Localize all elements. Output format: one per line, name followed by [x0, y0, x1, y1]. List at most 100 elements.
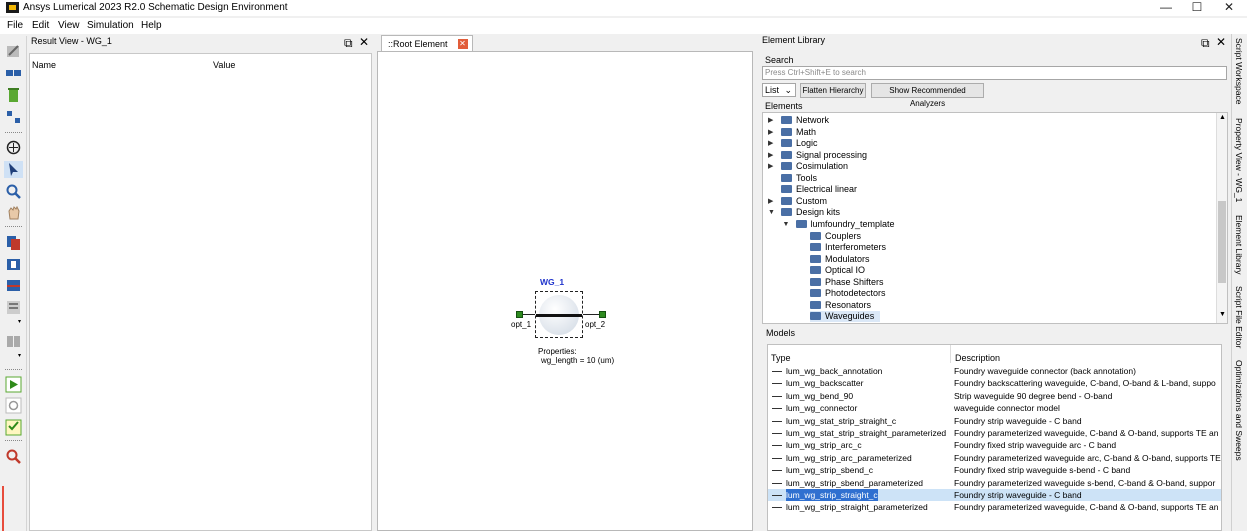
minimize-button[interactable]: —: [1151, 0, 1181, 16]
model-row[interactable]: lum_wg_stat_strip_straight_c Foundry stri…: [768, 415, 1221, 427]
tree-item[interactable]: Tools: [781, 173, 817, 184]
delete-icon[interactable]: [4, 86, 23, 103]
tree-item[interactable]: ▼ Design kits: [768, 207, 840, 218]
model-row[interactable]: lum_wg_stat_strip_straight_parameterized…: [768, 427, 1221, 439]
copy-icon[interactable]: [4, 234, 23, 251]
tab-script-file-editor[interactable]: Script File Editor: [1234, 286, 1244, 348]
probe-icon[interactable]: [4, 448, 23, 465]
collapsed-arrow-icon[interactable]: ▶: [768, 196, 773, 207]
select-arrow-icon[interactable]: [4, 161, 23, 178]
collapsed-arrow-icon[interactable]: ▶: [768, 115, 773, 126]
tree-item[interactable]: Phase Shifters: [810, 277, 884, 288]
tree-item[interactable]: ▼ lumfoundry_template: [783, 219, 895, 230]
expanded-arrow-icon[interactable]: ▼: [768, 207, 775, 218]
close-window-button[interactable]: ✕: [1214, 0, 1244, 16]
tree-item-label: Resonators: [825, 299, 872, 310]
menu-simulation[interactable]: Simulation: [87, 20, 134, 31]
show-recommended-analyzers-button[interactable]: Show Recommended Analyzers: [871, 83, 984, 108]
dropdown-arrow-icon[interactable]: ▾: [18, 352, 21, 359]
tree-item[interactable]: Optical IO: [810, 265, 865, 276]
model-row[interactable]: lum_wg_strip_arc_parameterized Foundry pa…: [768, 452, 1221, 464]
element-name-label: WG_1: [540, 277, 565, 287]
model-description: Foundry fixed strip waveguide arc - C ba…: [954, 440, 1117, 451]
port-opt-2-icon[interactable]: [599, 311, 606, 318]
search-input[interactable]: Press Ctrl+Shift+E to search: [762, 66, 1227, 80]
tree-item[interactable]: ▶ Custom: [768, 196, 827, 207]
expression-icon[interactable]: [4, 419, 23, 436]
schematic-canvas[interactable]: WG_1 opt_1 opt_2 Properties: wg_length =…: [377, 51, 753, 531]
model-row[interactable]: lum_wg_strip_arc_c Foundry fixed strip wa…: [768, 439, 1221, 451]
column-header-value[interactable]: Value: [213, 60, 235, 70]
connect-icon[interactable]: [4, 108, 23, 125]
tree-item[interactable]: Resonators: [810, 300, 871, 311]
close-panel-icon[interactable]: ✕: [1216, 35, 1226, 49]
model-row[interactable]: lum_wg_backscatter Foundry backscattering…: [768, 377, 1221, 389]
reset-icon[interactable]: [4, 397, 23, 414]
tab-element-library[interactable]: Element Library: [1234, 215, 1244, 275]
menu-file[interactable]: File: [7, 20, 23, 31]
menu-view[interactable]: View: [58, 20, 80, 31]
run-icon[interactable]: [4, 376, 23, 393]
tree-item[interactable]: Photodetectors: [810, 288, 886, 299]
tab-script-workspace[interactable]: Script Workspace: [1234, 38, 1244, 104]
model-row[interactable]: lum_wg_strip_straight_c Foundry strip wav…: [768, 489, 1221, 501]
align-icon[interactable]: [4, 299, 23, 316]
column-header-name[interactable]: Name: [32, 60, 56, 70]
layout-icon[interactable]: [4, 65, 23, 82]
collapsed-arrow-icon[interactable]: ▶: [768, 138, 773, 149]
tree-item[interactable]: Waveguides: [810, 311, 881, 323]
tree-item[interactable]: Couplers: [810, 231, 861, 242]
tree-scrollbar[interactable]: ▲ ▼: [1216, 113, 1227, 323]
collapsed-arrow-icon[interactable]: ▶: [768, 150, 773, 161]
pan-hand-icon[interactable]: [4, 204, 23, 221]
tree-item[interactable]: ▶ Logic: [768, 138, 818, 149]
scroll-thumb[interactable]: [1218, 201, 1226, 283]
menu-edit[interactable]: Edit: [32, 20, 49, 31]
collapsed-arrow-icon[interactable]: ▶: [768, 127, 773, 138]
tree-item[interactable]: ▶ Cosimulation: [768, 161, 848, 172]
view-mode-select[interactable]: List ⌄: [762, 83, 796, 97]
tree-item[interactable]: ▶ Signal processing: [768, 150, 867, 161]
elements-tree[interactable]: ▶ Network ▶ Math ▶ Logic ▶ Signal processing ▶ Co…: [762, 112, 1228, 324]
scroll-down-icon[interactable]: ▼: [1219, 311, 1226, 318]
scroll-up-icon[interactable]: ▲: [1219, 114, 1226, 121]
tree-item[interactable]: ▶ Network: [768, 115, 829, 126]
waveguide-element[interactable]: [535, 291, 583, 338]
model-row[interactable]: lum_wg_connector waveguide connector mode…: [768, 402, 1221, 414]
tree-item[interactable]: ▶ Math: [768, 127, 816, 138]
compound-icon[interactable]: [4, 256, 23, 273]
float-panel-icon[interactable]: ⧉: [1201, 36, 1210, 51]
flatten-hierarchy-button[interactable]: Flatten Hierarchy: [800, 83, 866, 98]
edit-icon[interactable]: [4, 43, 23, 60]
column-header-description[interactable]: Description: [955, 353, 1000, 363]
model-description: Foundry fixed strip waveguide s-bend - C…: [954, 465, 1131, 476]
maximize-button[interactable]: ☐: [1182, 0, 1212, 16]
model-row[interactable]: lum_wg_strip_sbend_parameterized Foundry …: [768, 477, 1221, 489]
dropdown-arrow-icon[interactable]: ▾: [18, 318, 21, 325]
group-icon[interactable]: [4, 277, 23, 294]
close-panel-icon[interactable]: ✕: [359, 35, 369, 49]
model-row[interactable]: lum_wg_back_annotation Foundry waveguide …: [768, 365, 1221, 377]
tree-item[interactable]: Modulators: [810, 254, 870, 265]
model-type: lum_wg_stat_strip_straight_parameterized: [786, 428, 947, 438]
waveguide-model-icon: [772, 383, 782, 385]
menu-help[interactable]: Help: [141, 20, 162, 31]
model-row[interactable]: lum_wg_bend_90 Strip waveguide 90 degree …: [768, 390, 1221, 402]
tab-property-view[interactable]: Property View - WG_1: [1234, 118, 1244, 202]
float-panel-icon[interactable]: ⧉: [344, 36, 353, 51]
zoom-icon[interactable]: [4, 183, 23, 200]
collapsed-arrow-icon[interactable]: ▶: [768, 161, 773, 172]
expanded-arrow-icon[interactable]: ▼: [783, 219, 790, 230]
tab-root-element[interactable]: ::Root Element ✕: [381, 35, 473, 52]
tab-optimizations-sweeps[interactable]: Optimizations and Sweeps: [1234, 360, 1244, 461]
port-opt-1-icon[interactable]: [516, 311, 523, 318]
models-table[interactable]: ^ Type Description lum_wg_back_annotatio…: [767, 344, 1222, 531]
origin-icon[interactable]: [4, 139, 23, 156]
model-row[interactable]: lum_wg_strip_straight_parameterized Found…: [768, 501, 1221, 513]
column-header-type[interactable]: Type: [771, 353, 791, 363]
distribute-icon[interactable]: [4, 333, 23, 350]
close-tab-icon[interactable]: ✕: [457, 39, 468, 49]
tree-item[interactable]: Electrical linear: [781, 184, 857, 195]
model-row[interactable]: lum_wg_strip_sbend_c Foundry fixed strip …: [768, 464, 1221, 476]
tree-item[interactable]: Interferometers: [810, 242, 886, 253]
